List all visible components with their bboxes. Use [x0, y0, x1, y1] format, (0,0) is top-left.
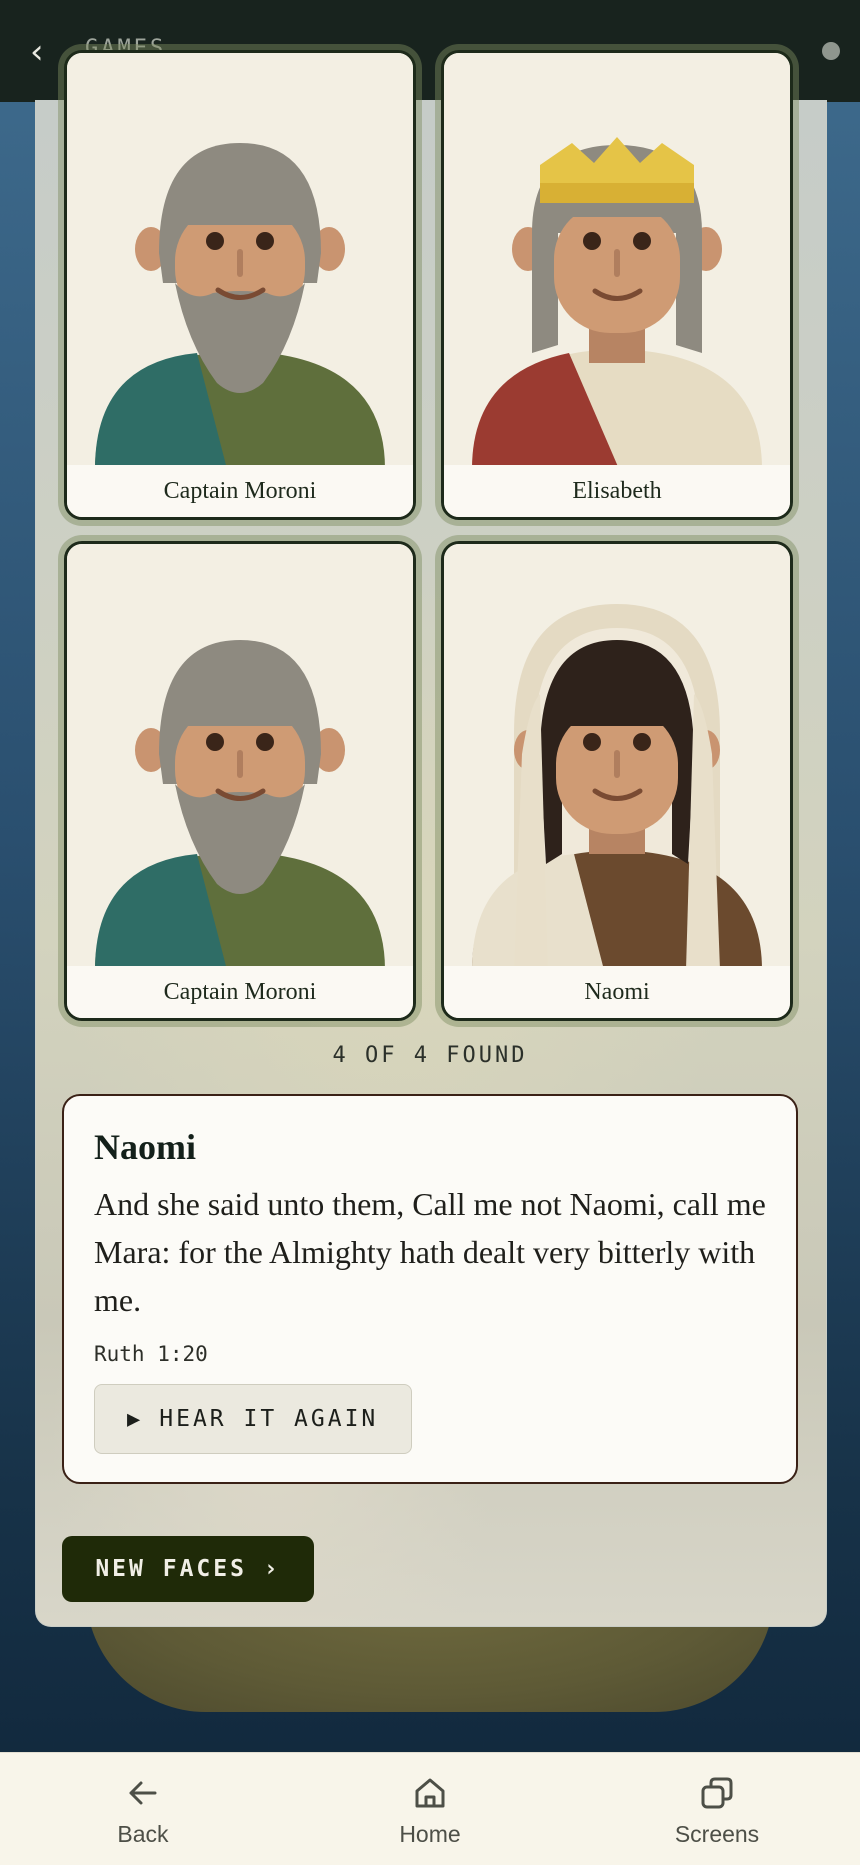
- card-name-label: Captain Moroni: [67, 465, 413, 517]
- face-card-elisabeth[interactable]: Elisabeth: [441, 50, 793, 520]
- face-card-captain-moroni-2[interactable]: Captain Moroni: [64, 541, 416, 1021]
- card-name-label: Naomi: [444, 966, 790, 1018]
- found-counter: 4 OF 4 FOUND: [332, 1043, 528, 1068]
- elisabeth-portrait: [444, 53, 790, 469]
- quote-text: And she said unto them, Call me not Naom…: [94, 1186, 766, 1318]
- nav-back-button[interactable]: Back: [43, 1753, 243, 1865]
- scripture-reference: Ruth 1:20: [94, 1342, 208, 1366]
- face-card-naomi[interactable]: Naomi: [441, 541, 793, 1021]
- nav-home-label: Home: [399, 1821, 461, 1847]
- nav-screens-label: Screens: [674, 1821, 760, 1847]
- nav-back-label: Back: [117, 1821, 169, 1847]
- status-dot-icon: [822, 42, 840, 60]
- quote-card: Naomi And she said unto them, Call me no…: [62, 1094, 798, 1484]
- face-card-captain-moroni-1[interactable]: Captain Moroni: [64, 50, 416, 520]
- nav-home-button[interactable]: Home: [330, 1753, 530, 1865]
- back-chevron-icon[interactable]: ‹: [30, 32, 44, 72]
- captain-moroni-portrait: [67, 53, 413, 469]
- card-name-label: Captain Moroni: [67, 966, 413, 1018]
- home-icon: [415, 1778, 445, 1808]
- play-icon: ▶: [127, 1406, 144, 1432]
- nav-screens-button[interactable]: Screens: [617, 1753, 817, 1865]
- bottom-navigation-bar: Back Home Screens: [0, 1752, 860, 1865]
- screens-icon: [701, 1777, 733, 1809]
- new-faces-button[interactable]: NEW FACES ›: [62, 1536, 314, 1602]
- hear-it-again-button[interactable]: ▶ HEAR IT AGAIN: [94, 1384, 412, 1454]
- arrow-left-icon: [129, 1781, 157, 1805]
- naomi-portrait: [444, 544, 790, 970]
- captain-moroni-portrait: [67, 544, 413, 970]
- hear-it-again-label: HEAR IT AGAIN: [159, 1406, 379, 1432]
- quote-speaker-name: Naomi: [94, 1127, 196, 1167]
- card-name-label: Elisabeth: [444, 465, 790, 517]
